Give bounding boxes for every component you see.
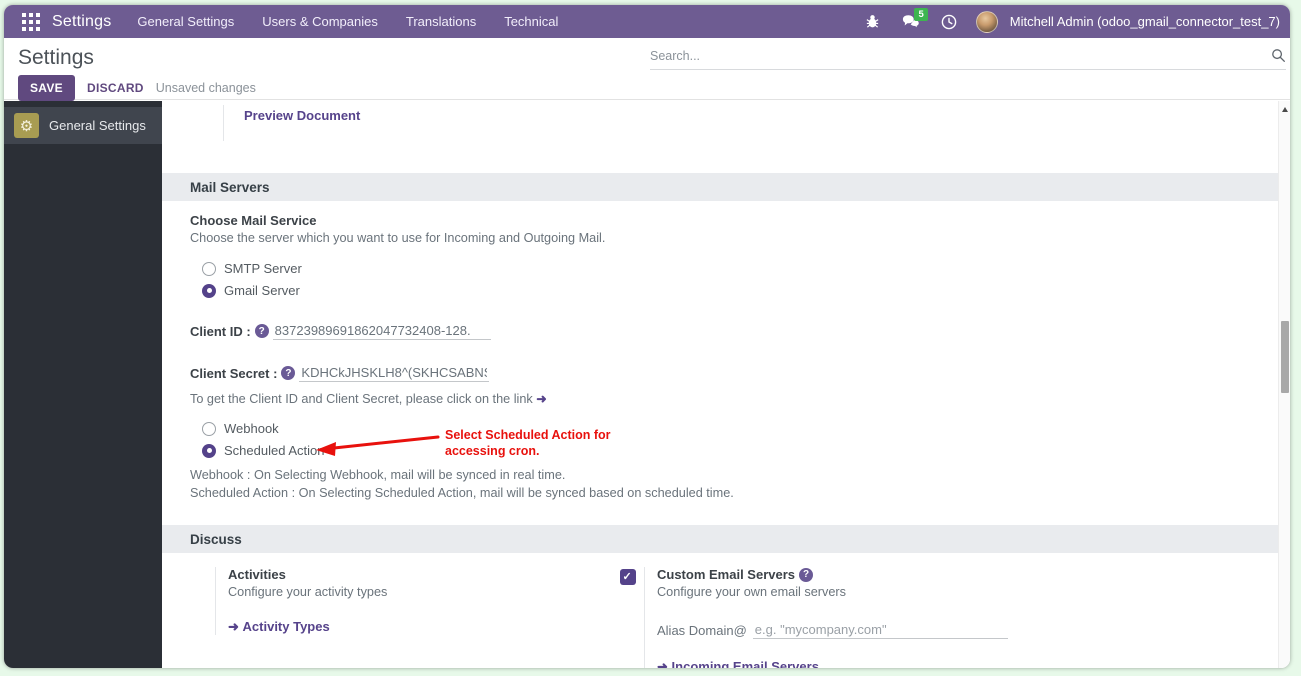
search-input[interactable] xyxy=(650,48,1271,63)
radio-gmail-label: Gmail Server xyxy=(224,283,300,298)
activities-clock-button[interactable] xyxy=(934,9,964,35)
arrow-right-icon[interactable] xyxy=(536,392,547,406)
save-button[interactable]: SAVE xyxy=(18,75,75,101)
discard-button[interactable]: DISCARD xyxy=(87,81,144,95)
menu-technical[interactable]: Technical xyxy=(492,7,570,36)
radio-smtp-label: SMTP Server xyxy=(224,261,302,276)
radio-gmail-server[interactable]: Gmail Server xyxy=(202,283,300,298)
activity-types-link[interactable]: Activity Types xyxy=(243,619,330,634)
radio-circle-checked xyxy=(202,283,216,298)
custom-email-title: Custom Email Servers xyxy=(657,567,796,582)
app-window: Settings General Settings Users & Compan… xyxy=(4,5,1290,668)
messages-button[interactable]: 5 xyxy=(896,7,928,35)
section-discuss: Discuss xyxy=(162,525,1290,553)
radio-scheduled-action[interactable]: Scheduled Action xyxy=(202,443,324,458)
search-bar xyxy=(650,42,1286,70)
clock-icon xyxy=(941,14,957,29)
client-id-input[interactable] xyxy=(272,322,491,340)
sidebar-item-general-settings[interactable]: ⚙ General Settings xyxy=(4,107,162,144)
alias-domain-label: Alias Domain@ xyxy=(657,622,747,638)
radio-smtp-server[interactable]: SMTP Server xyxy=(202,261,302,276)
unsaved-changes-label: Unsaved changes xyxy=(155,81,256,95)
client-secret-label: Client Secret : xyxy=(190,365,278,381)
control-panel: Settings SAVE DISCARD Unsaved changes xyxy=(4,38,1290,101)
arrow-right-icon xyxy=(657,659,668,668)
top-menu: General Settings Users & Companies Trans… xyxy=(125,7,570,36)
debug-bug-icon[interactable] xyxy=(858,9,888,35)
activities-desc: Configure your activity types xyxy=(228,585,388,599)
help-icon[interactable] xyxy=(799,567,814,582)
custom-email-desc: Configure your own email servers xyxy=(657,585,846,599)
checkbox-checked-icon xyxy=(620,569,636,585)
incoming-email-servers-link[interactable]: Incoming Email Servers xyxy=(672,659,819,668)
menu-translations[interactable]: Translations xyxy=(394,7,488,36)
client-id-row: Client ID : xyxy=(190,322,491,340)
page-title: Settings xyxy=(18,46,94,69)
user-avatar xyxy=(975,10,998,33)
client-secret-input[interactable] xyxy=(299,364,490,382)
choose-mail-service-title: Choose Mail Service xyxy=(190,213,317,228)
settings-sidebar: ⚙ General Settings xyxy=(4,101,162,668)
user-menu[interactable] xyxy=(972,9,1002,35)
messages-count-badge: 5 xyxy=(914,7,928,21)
section-title: Discuss xyxy=(190,531,242,547)
scrollbar-thumb[interactable] xyxy=(1281,321,1289,393)
activities-title: Activities xyxy=(228,567,286,582)
radio-circle-unchecked xyxy=(202,421,216,436)
apps-menu-icon[interactable] xyxy=(16,10,46,34)
radio-circle-checked xyxy=(202,443,216,458)
search-icon[interactable] xyxy=(1271,48,1286,63)
sidebar-item-label: General Settings xyxy=(49,118,146,133)
section-mail-servers: Mail Servers xyxy=(162,173,1290,201)
radio-circle-unchecked xyxy=(202,261,216,276)
top-navbar: Settings General Settings Users & Compan… xyxy=(4,5,1290,38)
gear-icon: ⚙ xyxy=(14,113,39,138)
vertical-scrollbar[interactable] xyxy=(1278,101,1290,668)
radio-webhook[interactable]: Webhook xyxy=(202,421,279,436)
help-icon[interactable] xyxy=(281,366,296,380)
client-secret-row: Client Secret : xyxy=(190,364,490,382)
menu-users-companies[interactable]: Users & Companies xyxy=(250,7,390,36)
preview-document-link[interactable]: Preview Document xyxy=(244,108,360,123)
scroll-up-icon[interactable] xyxy=(1282,107,1288,112)
credentials-hint: To get the Client ID and Client Secret, … xyxy=(190,391,547,406)
webhook-desc: Webhook : On Selecting Webhook, mail wil… xyxy=(190,468,566,482)
choose-mail-service-desc: Choose the server which you want to use … xyxy=(190,231,606,245)
bug-icon xyxy=(866,15,879,28)
credentials-hint-text: To get the Client ID and Client Secret, … xyxy=(190,392,533,406)
alias-domain-input[interactable] xyxy=(752,621,1008,639)
annotation-text: Select Scheduled Action for accessing cr… xyxy=(445,428,611,458)
settings-content: Preview Document Mail Servers Choose Mai… xyxy=(162,101,1290,668)
user-name[interactable]: Mitchell Admin (odoo_gmail_connector_tes… xyxy=(1010,14,1280,29)
app-title[interactable]: Settings xyxy=(52,13,111,31)
section-title: Mail Servers xyxy=(190,179,270,195)
arrow-right-icon xyxy=(228,619,239,634)
help-icon[interactable] xyxy=(254,324,269,338)
client-id-label: Client ID : xyxy=(190,323,251,339)
custom-email-servers-box: Custom Email Servers Configure your own … xyxy=(644,567,1074,668)
annotation-arrow-icon xyxy=(316,435,440,456)
scheduled-desc: Scheduled Action : On Selecting Schedule… xyxy=(190,486,734,500)
menu-general-settings[interactable]: General Settings xyxy=(125,7,246,36)
radio-webhook-label: Webhook xyxy=(224,421,279,436)
grid-icon xyxy=(22,12,40,31)
preview-document-box: Preview Document xyxy=(223,105,360,141)
custom-email-checkbox[interactable] xyxy=(620,569,636,585)
activities-box: Activities Configure your activity types… xyxy=(215,567,595,635)
radio-scheduled-label: Scheduled Action xyxy=(224,443,325,458)
